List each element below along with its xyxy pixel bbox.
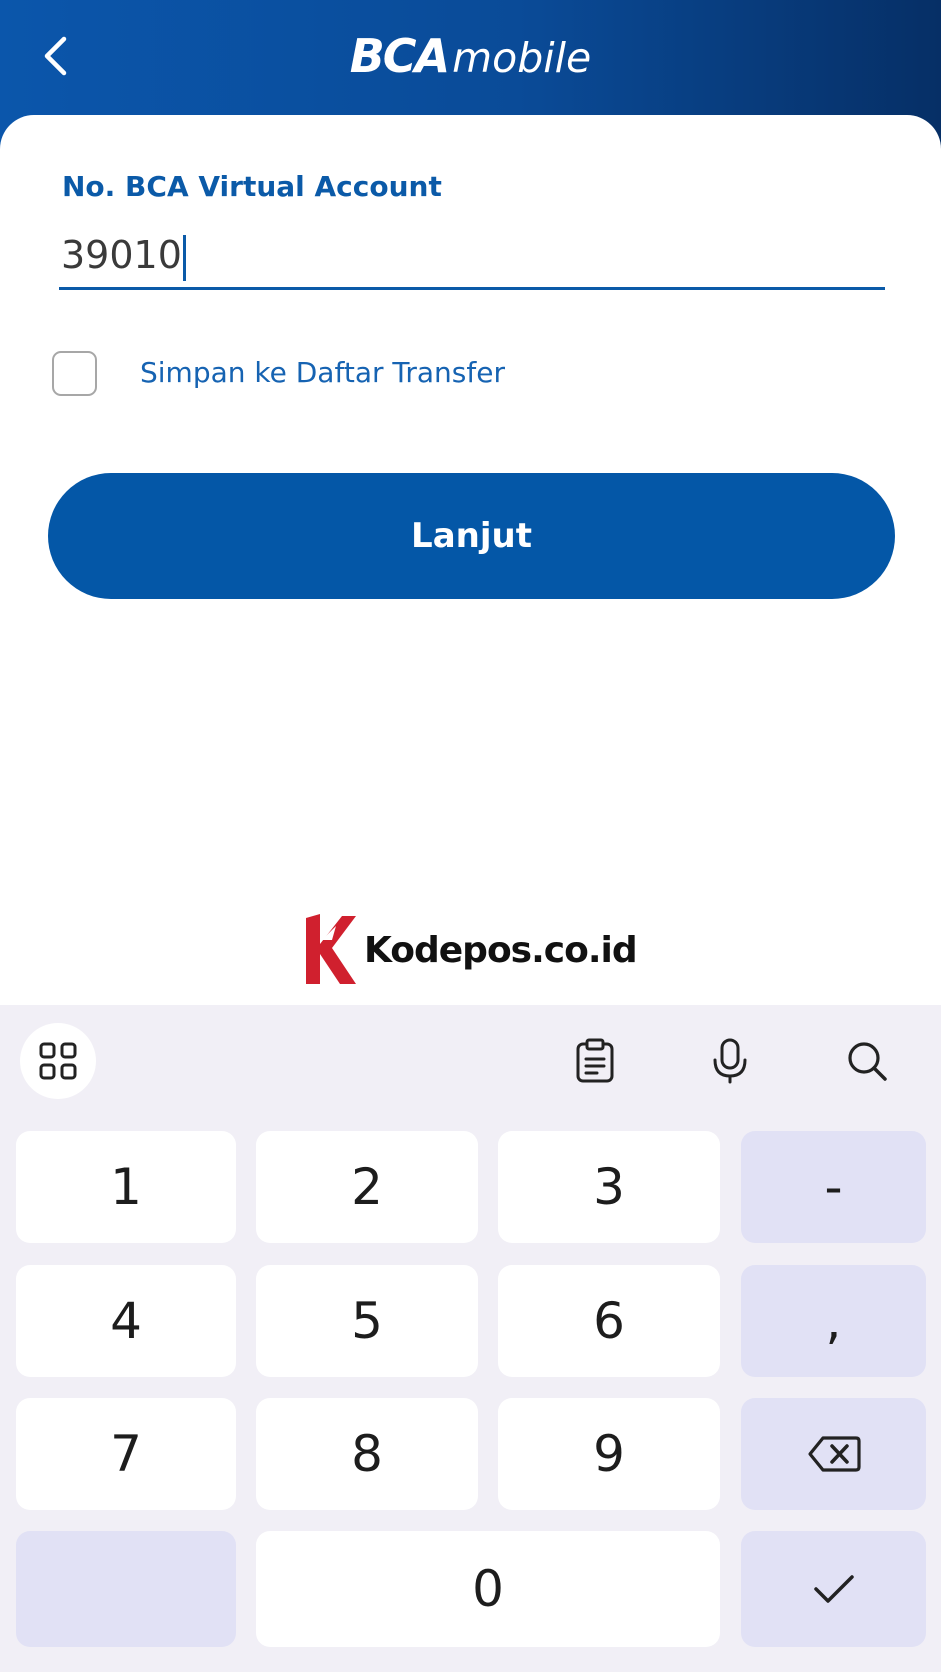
virtual-account-label: No. BCA Virtual Account [62,170,442,203]
key-2[interactable]: 2 [256,1131,478,1243]
voice-input-button[interactable] [692,1023,768,1099]
clipboard-icon [576,1038,614,1083]
empty-key[interactable] [16,1531,236,1647]
bca-mobile-logo: BCAmobile [0,26,941,97]
watermark-text: Kodepos.co.id [364,929,638,971]
key-0[interactable]: 0 [256,1531,720,1647]
key-dash[interactable]: - [741,1131,926,1243]
key-1[interactable]: 1 [16,1131,236,1243]
enter-key[interactable] [741,1531,926,1647]
microphone-icon [713,1038,747,1084]
continue-button-label: Lanjut [411,516,532,556]
key-5[interactable]: 5 [256,1265,478,1377]
save-to-transfer-list-checkbox[interactable] [52,351,97,396]
grid-icon [39,1042,77,1080]
search-icon [848,1042,887,1081]
watermark: Kodepos.co.id [302,910,638,990]
backspace-key[interactable] [741,1398,926,1510]
backspace-icon [807,1436,861,1472]
key-8[interactable]: 8 [256,1398,478,1510]
clipboard-button[interactable] [557,1023,633,1099]
text-caret [182,234,186,281]
key-3[interactable]: 3 [498,1131,720,1243]
keyboard-search-button[interactable] [829,1023,905,1099]
key-7[interactable]: 7 [16,1398,236,1510]
virtual-account-input[interactable]: 39010 [59,223,885,290]
key-9[interactable]: 9 [498,1398,720,1510]
virtual-account-value: 39010 [61,233,182,277]
key-4[interactable]: 4 [16,1265,236,1377]
save-to-transfer-list-label[interactable]: Simpan ke Daftar Transfer [140,355,505,391]
kodepos-logo-icon [306,914,356,984]
virtual-account-value-wrap: 39010 [61,233,186,281]
keyboard-menu-button[interactable] [20,1023,96,1099]
logo-bca-text: BCA [349,29,450,83]
key-6[interactable]: 6 [498,1265,720,1377]
checkmark-icon [813,1575,854,1603]
key-comma[interactable]: , [741,1265,926,1377]
form-card: No. BCA Virtual Account 39010 Simpan ke … [0,115,941,1015]
logo-mobile-text: mobile [452,34,592,82]
numeric-keyboard: 1 2 3 - 4 5 6 , 7 8 9 0 [0,1005,941,1672]
continue-button[interactable]: Lanjut [48,473,895,599]
